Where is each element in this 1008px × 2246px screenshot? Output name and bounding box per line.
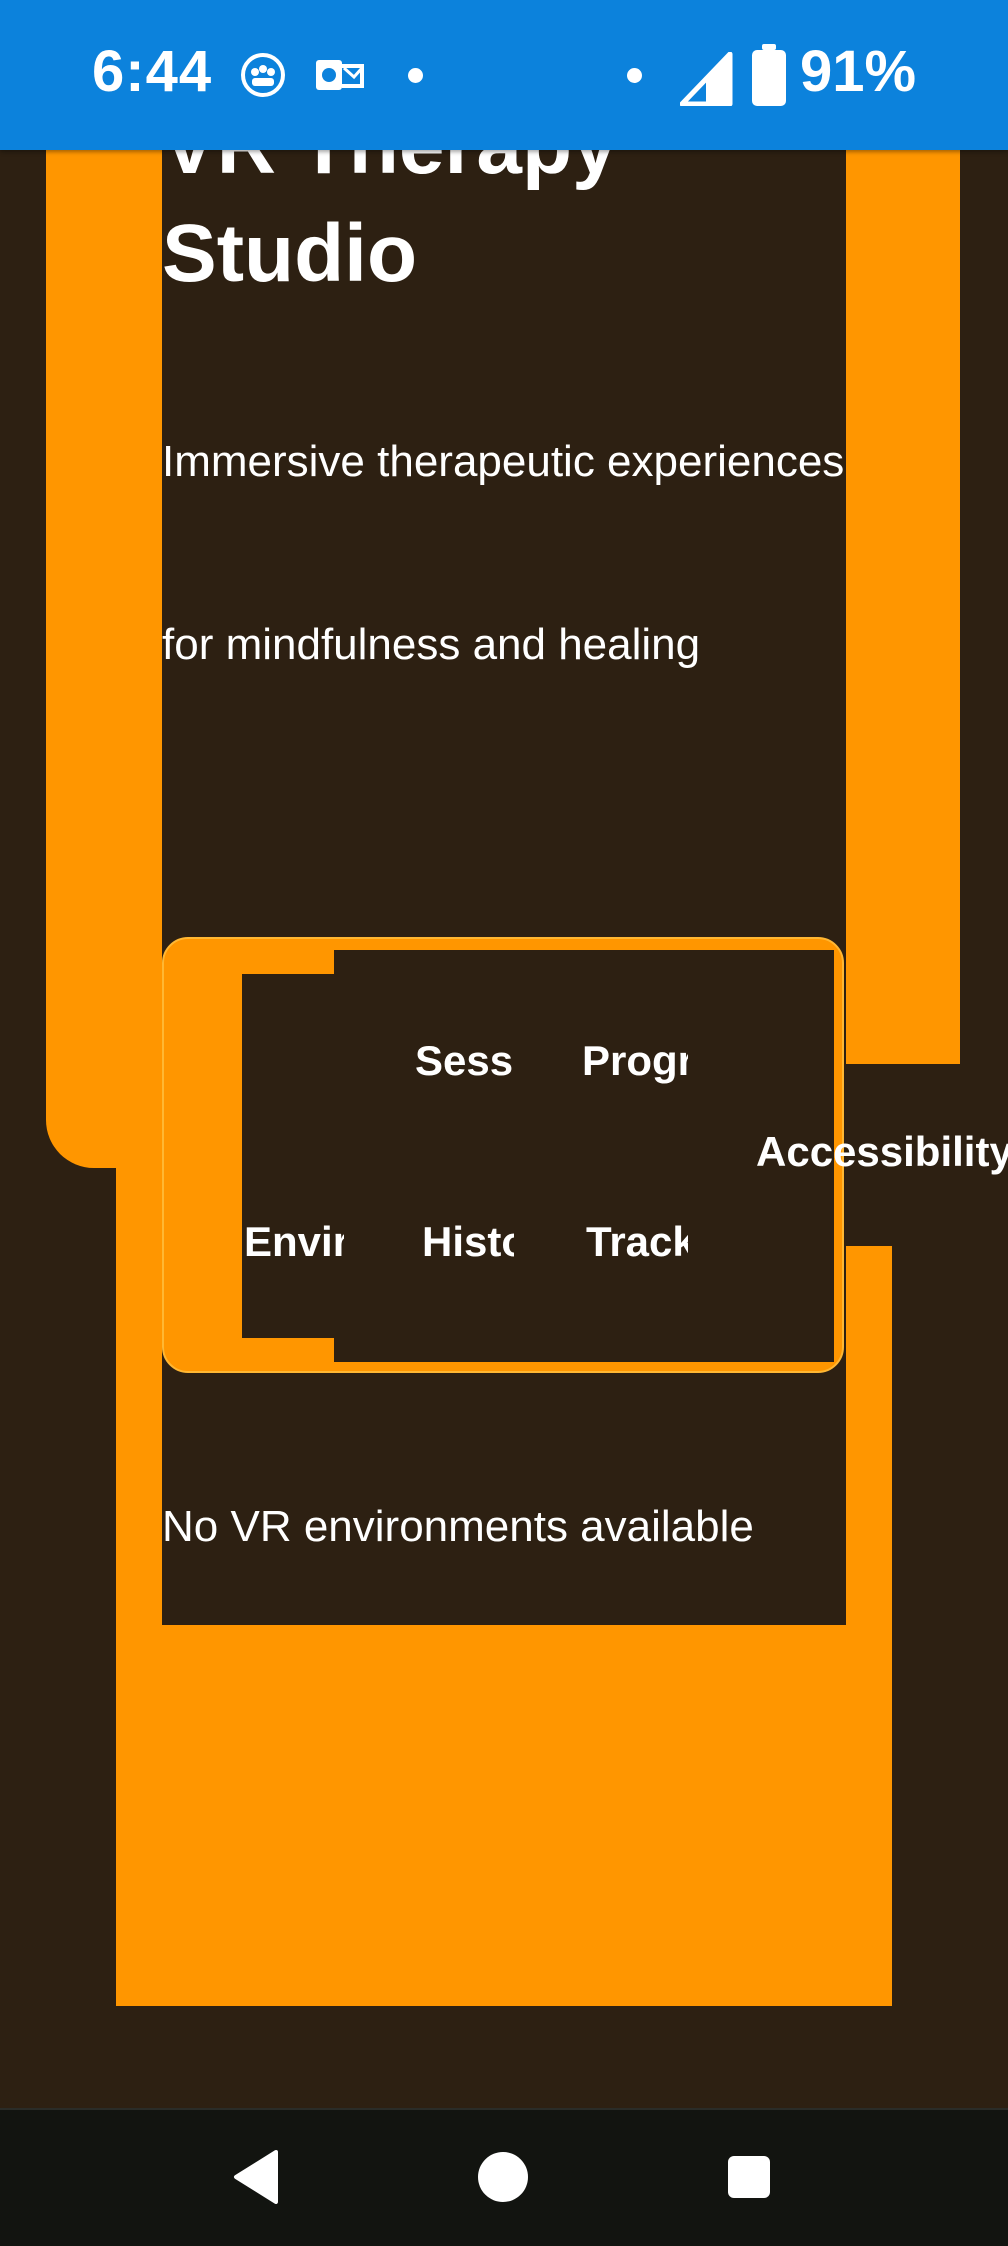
tab-session-history-label-2[interactable]: Histo (422, 1218, 514, 1266)
tab-progress-tracking-label[interactable]: Progr (582, 1037, 688, 1085)
home-icon[interactable] (478, 2152, 528, 2202)
title-line-2: Studio (162, 208, 418, 299)
tab-progress-tracking-label-2[interactable]: Track (586, 1218, 688, 1266)
battery-percent: 91% (800, 39, 917, 104)
notification-dot-icon (627, 68, 642, 83)
signal-icon (679, 51, 734, 111)
tab-environments-label[interactable]: Envir (244, 1218, 344, 1266)
tab-accessibility-label[interactable]: Accessibility (756, 1128, 1008, 1176)
app-notification-icon (240, 52, 286, 103)
background-gap (46, 1168, 116, 1248)
recents-icon[interactable] (728, 2156, 770, 2198)
battery-icon (752, 44, 786, 111)
page-description: Immersive therapeutic experiences for mi… (162, 437, 845, 669)
status-bar: 6:44 91% (0, 0, 1008, 150)
tab-session-history-label[interactable]: Sess (415, 1037, 515, 1085)
back-icon[interactable] (232, 2150, 278, 2209)
empty-state-message: No VR environments available (162, 1502, 754, 1551)
system-nav-bar (0, 2108, 1008, 2246)
outlook-icon (314, 52, 366, 103)
tab-environments[interactable] (242, 974, 334, 1338)
status-time: 6:44 (92, 39, 213, 104)
notification-dot-icon (408, 68, 423, 83)
